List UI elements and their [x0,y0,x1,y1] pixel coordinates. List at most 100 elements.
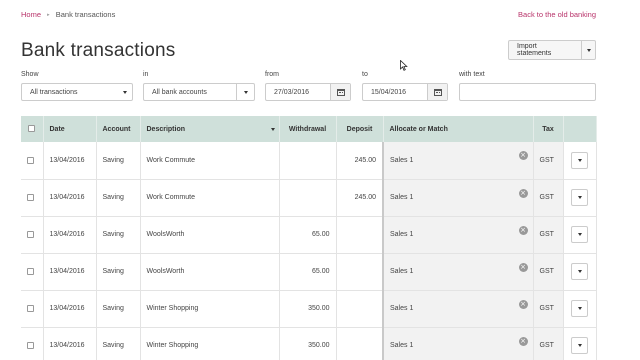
table-row: 13/04/2016 Saving WoolsWorth 65.00 Sales 1 × G… [21,216,597,254]
row-allocate-field[interactable]: Sales 1 × [382,179,534,217]
actions-column-header [563,116,597,142]
row-allocate-field[interactable]: Sales 1 × [382,216,534,254]
row-select-cell [21,179,44,217]
select-all-cell [21,116,44,142]
row-deposit: 245.00 [336,179,384,217]
row-action-dropdown[interactable] [571,151,588,169]
row-allocate-field[interactable]: Sales 1 × [382,290,534,328]
breadcrumb-home-link[interactable]: Home [21,10,41,19]
chevron-down-icon [577,344,582,347]
import-statements-group: Import statements [508,40,596,60]
from-date-picker-button[interactable] [330,84,350,100]
row-tax[interactable]: GST [533,290,564,328]
row-account: Saving [96,142,141,180]
clear-icon[interactable]: × [518,151,528,160]
import-statements-button[interactable]: Import statements [508,40,582,60]
text-filter-input[interactable] [459,83,596,101]
show-select-value: All transactions [30,88,78,96]
description-column-header[interactable]: Description [140,116,280,142]
withdrawal-column-header[interactable]: Withdrawal [279,116,337,142]
row-tax[interactable]: GST [533,253,564,291]
row-allocate-field[interactable]: Sales 1 × [382,142,534,180]
breadcrumb-current: Bank transactions [55,10,116,19]
chevron-down-icon [577,307,582,310]
row-tax[interactable]: GST [533,179,564,217]
row-action-cell [563,290,597,328]
account-column-header[interactable]: Account [96,116,141,142]
row-action-dropdown[interactable] [571,300,588,317]
row-action-cell [563,179,597,217]
clear-icon[interactable]: × [518,262,528,272]
row-tax[interactable]: GST [533,327,564,360]
row-checkbox[interactable] [27,230,34,238]
clear-icon[interactable]: × [518,188,528,198]
row-withdrawal [279,142,337,180]
row-tax[interactable]: GST [533,142,564,180]
date-column-header[interactable]: Date [43,116,97,142]
chevron-down-icon [577,233,582,236]
to-date-picker-button[interactable] [427,84,447,100]
chevron-down-icon [123,91,127,94]
transactions-table: Date Account Description Withdrawal Depo… [21,116,597,360]
row-allocate-field[interactable]: Sales 1 × [382,327,534,360]
to-date-input[interactable]: 15/04/2016 [362,83,448,101]
row-deposit [336,290,384,328]
breadcrumb-separator-icon: ▸ [47,12,50,19]
row-deposit: 245.00 [336,142,384,180]
row-checkbox[interactable] [27,267,34,275]
calendar-icon [336,88,345,96]
row-date: 13/04/2016 [43,327,97,360]
row-action-dropdown[interactable] [571,263,588,280]
mouse-cursor-icon [400,60,408,71]
row-select-cell [21,253,44,291]
import-options-dropdown[interactable] [582,40,596,60]
row-description: Winter Shopping [140,327,280,360]
row-action-dropdown[interactable] [571,337,588,354]
back-to-old-banking-link[interactable]: Back to the old banking [518,10,596,19]
row-checkbox[interactable] [27,193,34,201]
table-header-row: Date Account Description Withdrawal Depo… [21,116,597,142]
from-date-input[interactable]: 27/03/2016 [265,83,351,101]
row-checkbox[interactable] [27,156,34,164]
row-withdrawal: 350.00 [279,290,337,328]
row-account: Saving [96,327,141,360]
account-select-value: All bank accounts [152,88,207,96]
row-action-dropdown[interactable] [571,189,588,206]
row-action-dropdown[interactable] [571,226,588,243]
row-description: Winter Shopping [140,290,280,328]
row-allocate-value: Sales 1 [390,231,414,238]
row-action-cell [563,253,597,291]
table-row: 13/04/2016 Saving Winter Shopping 350.00 Sal… [21,327,597,360]
row-checkbox[interactable] [27,304,34,312]
row-tax[interactable]: GST [533,216,564,254]
text-filter-label: with text [459,71,485,78]
row-select-cell [21,327,44,360]
clear-icon[interactable]: × [518,299,528,309]
to-date-label: to [362,71,368,78]
row-account: Saving [96,290,141,328]
row-deposit [336,253,384,291]
row-description: Work Commute [140,179,280,217]
row-allocate-field[interactable]: Sales 1 × [382,253,534,291]
table-row: 13/04/2016 Saving Winter Shopping 350.00 Sal… [21,290,597,328]
row-date: 13/04/2016 [43,253,97,291]
select-all-checkbox[interactable] [28,125,36,133]
row-allocate-value: Sales 1 [390,342,414,349]
row-action-cell [563,327,597,360]
table-row: 13/04/2016 Saving Work Commute 245.00 Sales … [21,179,597,217]
to-date-value: 15/04/2016 [371,88,407,96]
row-checkbox[interactable] [27,341,34,349]
account-select[interactable]: All bank accounts [143,83,255,101]
clear-icon[interactable]: × [518,336,528,346]
show-select[interactable]: All transactions [21,83,133,101]
from-date-label: from [265,71,279,78]
allocate-column-header: Allocate or Match [383,116,534,142]
row-allocate-value: Sales 1 [390,194,414,201]
row-account: Saving [96,216,141,254]
account-select-toggle[interactable] [236,84,254,100]
sort-caret-icon [270,128,275,131]
show-filter-label: Show [21,71,39,78]
row-withdrawal: 65.00 [279,216,337,254]
deposit-column-header[interactable]: Deposit [336,116,384,142]
clear-icon[interactable]: × [518,225,528,235]
